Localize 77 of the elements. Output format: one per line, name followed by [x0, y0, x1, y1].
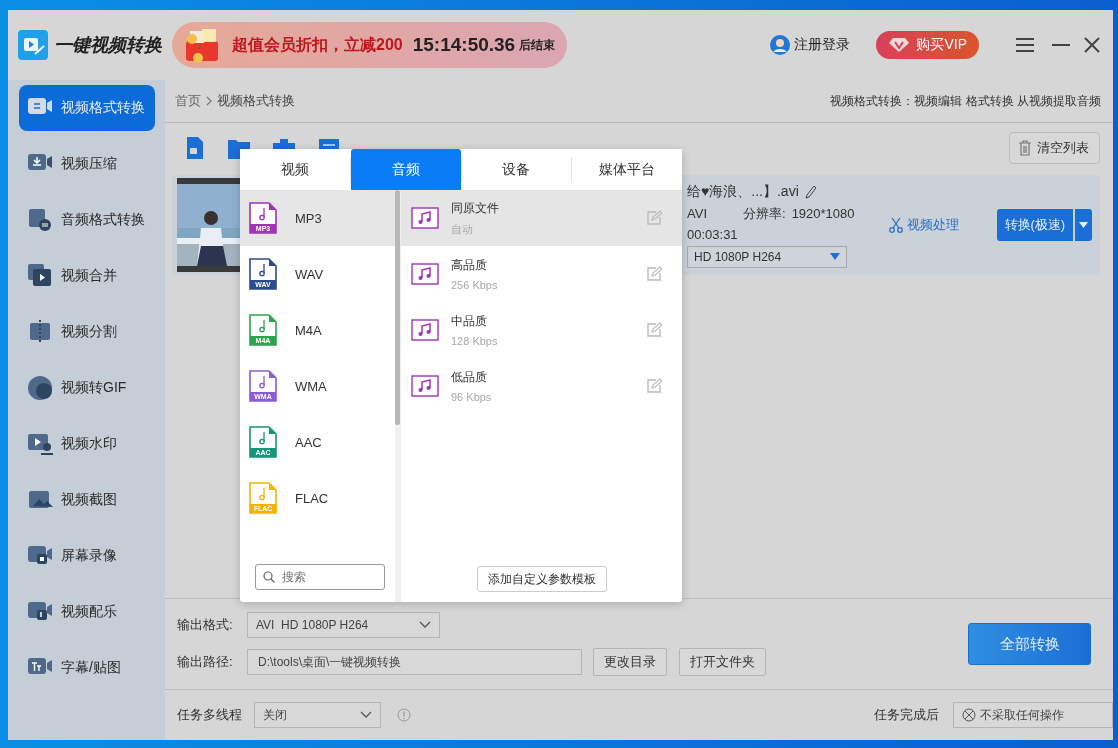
chevron-down-icon	[360, 711, 372, 719]
preset-detail: 128 Kbps	[451, 335, 499, 347]
pencil-icon[interactable]	[804, 184, 817, 199]
video-split-icon	[27, 319, 53, 345]
sidebar-item[interactable]: 视频格式转换	[19, 85, 155, 131]
preset-name: 中品质	[451, 313, 488, 330]
scrollbar-thumb[interactable]	[395, 190, 400, 425]
sidebar-item[interactable]: 字幕/贴图	[19, 645, 155, 691]
promo-banner[interactable]: 超值会员折扣，立减200 15:14:50.36 后结束	[172, 22, 568, 68]
change-directory-button[interactable]: 更改目录	[593, 648, 667, 676]
breadcrumb-link[interactable]: 首页	[175, 92, 201, 110]
caret-down-icon	[1079, 222, 1089, 228]
sidebar-item[interactable]: 视频水印	[19, 421, 155, 467]
video-watermark-icon	[27, 431, 53, 457]
info-icon	[397, 708, 411, 722]
resolution-label: 分辨率:	[743, 204, 786, 223]
sidebar-item[interactable]: 视频截图	[19, 477, 155, 523]
output-path-label: 输出路径:	[177, 653, 234, 671]
category-tab[interactable]: 视频	[240, 149, 350, 190]
countdown-suffix: 后结束	[519, 36, 556, 54]
after-task-label: 任务完成后	[874, 706, 939, 724]
output-format-label: 输出格式:	[177, 616, 234, 634]
video-file-icon[interactable]	[185, 137, 205, 159]
preset-dropdown[interactable]: HD 1080P H264	[687, 245, 847, 268]
file-name: 给♥海浪、...】.avi	[687, 182, 799, 201]
preset-name: 同原文件	[451, 199, 500, 217]
close-icon[interactable]	[1083, 36, 1101, 54]
preset-detail: 96 Kbps	[451, 391, 493, 403]
music-note-icon	[411, 319, 439, 341]
music-note-icon	[411, 263, 439, 285]
video-merge-icon	[27, 263, 53, 289]
promo-text: 超值会员折扣，立减200	[232, 34, 403, 55]
clear-list-button[interactable]: 清空列表	[1009, 132, 1100, 164]
category-tab[interactable]: 音频	[350, 149, 461, 190]
sidebar-item[interactable]: 视频分割	[19, 309, 155, 355]
output-path-field[interactable]: D:\tools\桌面\一键视频转换	[247, 649, 582, 675]
sidebar-item[interactable]: 视频转GIF	[19, 365, 155, 411]
countdown-timer: 15:14:50.36	[412, 34, 516, 56]
convert-button[interactable]: 转换(极速)	[996, 209, 1074, 241]
resolution-value: 1920*1080	[791, 206, 855, 221]
preset-name: 高品质	[451, 257, 488, 274]
sidebar-item[interactable]: 屏幕录像	[19, 533, 155, 579]
add-template-button[interactable]: 添加自定义参数模板	[476, 566, 607, 592]
convert-all-button[interactable]: 全部转换	[968, 623, 1091, 665]
after-task-select[interactable]: 不采取任何操作	[953, 702, 1113, 728]
threads-label: 任务多线程	[177, 706, 242, 724]
music-note-icon	[411, 375, 439, 397]
breadcrumb-current: 视频格式转换	[217, 92, 295, 110]
user-avatar-icon	[770, 35, 791, 55]
preset-detail: 256 Kbps	[451, 279, 499, 291]
convert-options-button[interactable]	[1075, 209, 1093, 241]
preset-name: 低品质	[451, 369, 488, 386]
sidebar-item[interactable]: 音频格式转换	[19, 197, 155, 243]
login-link[interactable]: 注册登录	[770, 35, 851, 55]
buy-vip-button[interactable]: 购买VIP	[876, 31, 979, 59]
output-format-select[interactable]: AVI HD 1080P H264	[247, 612, 440, 638]
music-note-icon	[411, 207, 439, 229]
chevron-right-icon	[205, 96, 213, 106]
app-title: 一键视频转换	[54, 34, 162, 57]
sidebar-item[interactable]: 视频合并	[19, 253, 155, 299]
chevron-down-icon	[419, 621, 431, 629]
file-format: AVI	[687, 206, 707, 221]
open-folder-button[interactable]: 打开文件夹	[679, 648, 766, 676]
sidebar-item[interactable]: 视频配乐	[19, 589, 155, 635]
menu-icon[interactable]	[1015, 36, 1035, 54]
no-action-icon	[962, 708, 976, 722]
diamond-icon	[888, 37, 911, 53]
sidebar-item[interactable]: 视频压缩	[19, 141, 155, 187]
threads-select[interactable]: 关闭	[254, 702, 381, 728]
scissors-icon	[888, 217, 903, 233]
file-duration: 00:03:31	[687, 226, 739, 242]
dropdown-arrow-icon	[830, 253, 840, 260]
trash-icon	[1018, 140, 1032, 156]
category-tab[interactable]: 媒体平台	[572, 149, 682, 190]
search-field[interactable]: 搜索	[255, 564, 385, 590]
feature-hint: 视频格式转换：视频编辑 格式转换 从视频提取音频	[830, 92, 1101, 110]
app-logo-icon	[18, 30, 48, 60]
